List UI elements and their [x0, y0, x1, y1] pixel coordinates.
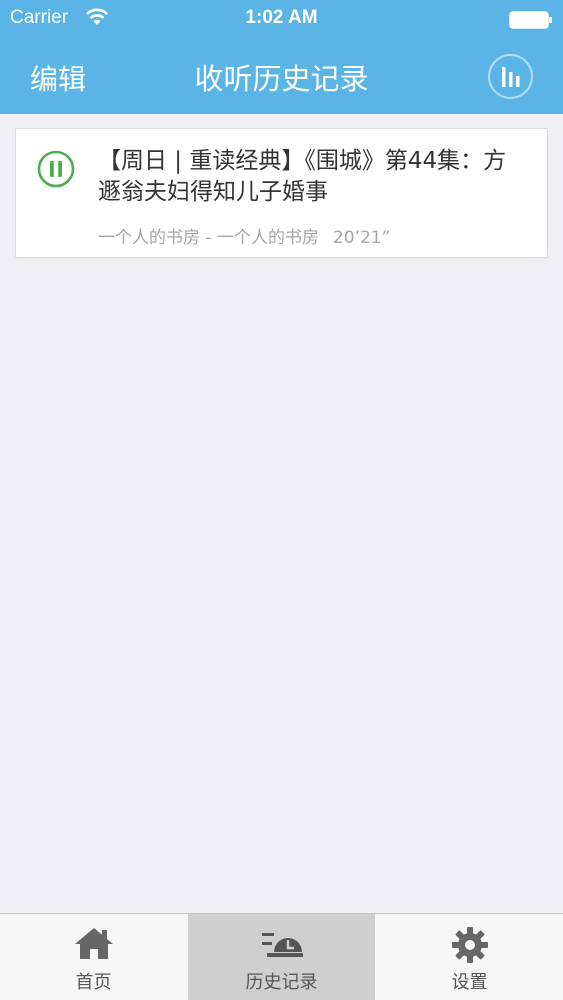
tab-home-label: 首页	[75, 972, 112, 993]
equalizer-icon	[502, 67, 520, 87]
tab-settings[interactable]: 设置	[376, 914, 563, 1000]
nav-bar: 编辑 收听历史记录	[0, 40, 563, 114]
pause-icon	[37, 150, 75, 188]
history-icon	[261, 926, 303, 964]
tab-home[interactable]: 首页	[0, 914, 187, 1000]
tab-settings-label: 设置	[451, 972, 488, 993]
tab-history-label: 历史记录	[245, 972, 318, 993]
status-bar: Carrier 1:02 AM	[0, 0, 563, 38]
home-icon	[73, 926, 115, 964]
episode-title: 【周日 | 重读经典】《围城》第44集：方遯翁夫妇得知儿子婚事	[98, 148, 507, 205]
status-time: 1:02 AM	[245, 7, 318, 28]
gear-icon	[451, 926, 489, 968]
tab-history[interactable]: 历史记录	[188, 914, 375, 1000]
episode-meta: 一个人的书房 - 一个人的书房 20’21”	[98, 223, 390, 248]
page-title: 收听历史记录	[194, 62, 369, 96]
episode-duration: 20’21”	[332, 228, 391, 248]
pause-button[interactable]	[37, 150, 75, 188]
header: Carrier 1:02 AM 编辑 收听历史记录	[0, 0, 563, 114]
battery-icon	[509, 11, 553, 33]
now-playing-button[interactable]	[488, 54, 533, 99]
tab-bar: 首页 历史记录 设置	[0, 913, 563, 1000]
history-list-item[interactable]: 【周日 | 重读经典】《围城》第44集：方遯翁夫妇得知儿子婚事 一个人的书房 -…	[15, 128, 548, 258]
episode-source: 一个人的书房 - 一个人的书房	[98, 228, 319, 248]
